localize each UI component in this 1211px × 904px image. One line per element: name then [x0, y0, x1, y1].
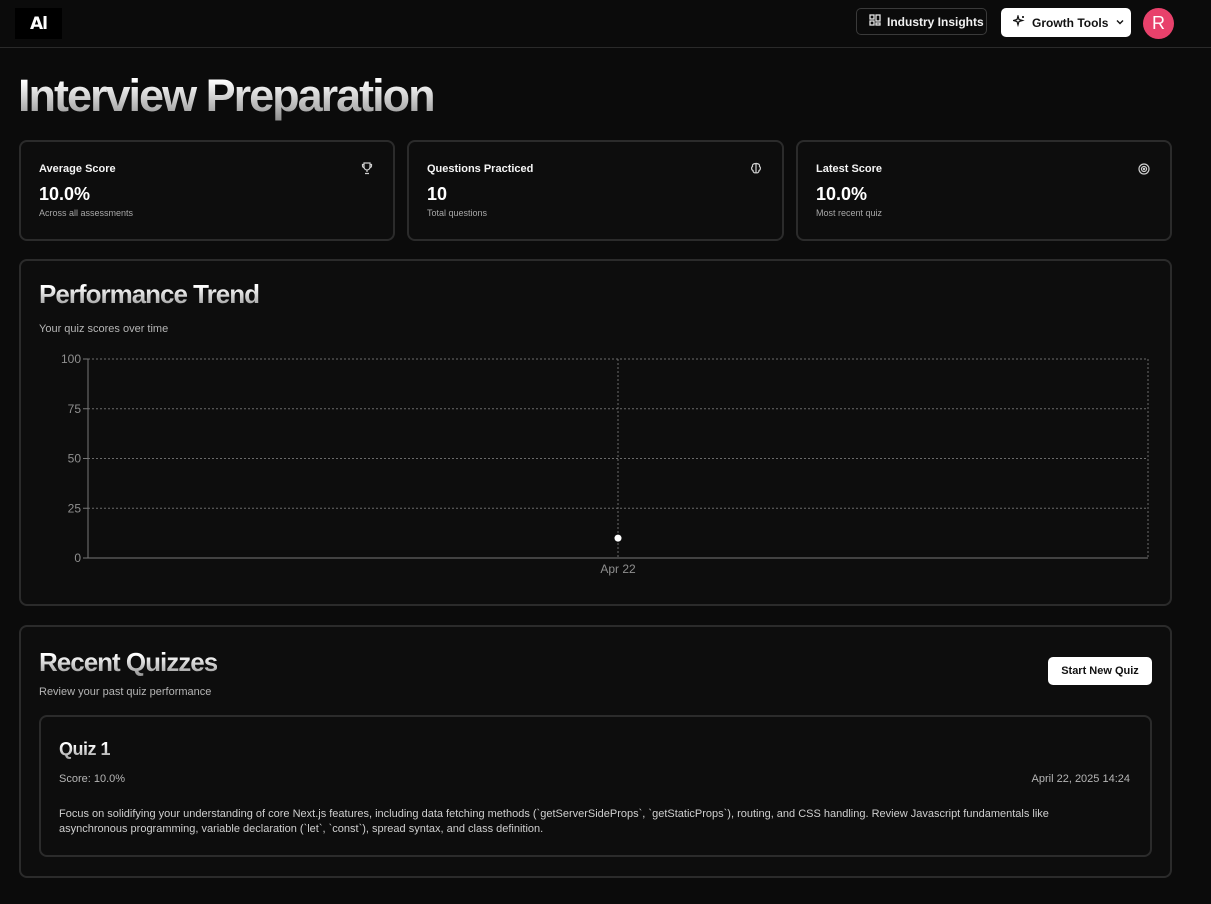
- y-tick-label: 100: [61, 352, 81, 366]
- app-logo[interactable]: Al: [15, 8, 62, 39]
- stat-card-latest-score: Latest Score 10.0% Most recent quiz: [796, 140, 1172, 241]
- performance-trend-card: Performance Trend Your quiz scores over …: [19, 259, 1172, 606]
- growth-tools-dropdown[interactable]: Growth Tools: [1001, 8, 1131, 37]
- sparkles-icon: [1011, 13, 1025, 30]
- industry-insights-button[interactable]: Industry Insights: [856, 8, 987, 35]
- quiz-date: April 22, 2025 14:24: [1031, 773, 1130, 785]
- quiz-title: Quiz 1: [59, 739, 111, 759]
- y-tick-label: 0: [74, 551, 81, 565]
- growth-tools-label: Growth Tools: [1032, 15, 1109, 30]
- target-icon: [1138, 162, 1152, 176]
- stat-label: Questions Practiced: [427, 163, 534, 175]
- stat-subtext: Across all assessments: [39, 208, 134, 218]
- dashboard-icon: [869, 14, 881, 29]
- top-navbar: Al Industry Insights Growth Tools R: [0, 0, 1211, 48]
- performance-chart: 0 25 50 75 100 Apr 22: [61, 352, 1149, 576]
- data-point: [614, 534, 622, 542]
- y-tick-label: 75: [68, 402, 82, 416]
- start-new-quiz-button[interactable]: Start New Quiz: [1048, 657, 1152, 685]
- y-tick-label: 50: [68, 452, 82, 466]
- section-title: Recent Quizzes: [39, 647, 218, 677]
- industry-insights-label: Industry Insights: [887, 14, 984, 29]
- x-tick-label: Apr 22: [600, 562, 636, 576]
- y-tick-label: 25: [68, 501, 82, 515]
- stat-value: 10: [427, 184, 448, 204]
- quiz-feedback: Focus on solidifying your understanding …: [59, 808, 1049, 835]
- stat-value: 10.0%: [39, 184, 91, 204]
- stat-subtext: Total questions: [427, 208, 488, 218]
- brain-icon: [750, 162, 764, 176]
- recent-quizzes-card: Recent Quizzes Review your past quiz per…: [19, 625, 1172, 878]
- chart-series: [614, 534, 622, 542]
- page-title: Interview Preparation: [18, 70, 436, 121]
- stat-card-average-score: Average Score 10.0% Across all assessmen…: [19, 140, 395, 241]
- stat-value: 10.0%: [816, 184, 868, 204]
- trophy-icon: [361, 162, 375, 176]
- chart-x-axis: Apr 22: [88, 557, 1148, 576]
- section-subtitle: Review your past quiz performance: [39, 686, 212, 698]
- stat-label: Latest Score: [816, 163, 883, 175]
- user-avatar[interactable]: R: [1143, 8, 1174, 39]
- chart-grid: [87, 358, 1149, 559]
- quiz-score: Score: 10.0%: [59, 773, 126, 785]
- stat-subtext: Most recent quiz: [816, 208, 883, 218]
- chevron-down-icon: [1115, 16, 1125, 30]
- stat-label: Average Score: [39, 163, 116, 175]
- stat-card-questions-practiced: Questions Practiced 10 Total questions: [407, 140, 784, 241]
- chart-y-axis: 0 25 50 75 100: [61, 352, 89, 565]
- quiz-item[interactable]: Quiz 1 Score: 10.0% April 22, 2025 14:24…: [39, 715, 1152, 857]
